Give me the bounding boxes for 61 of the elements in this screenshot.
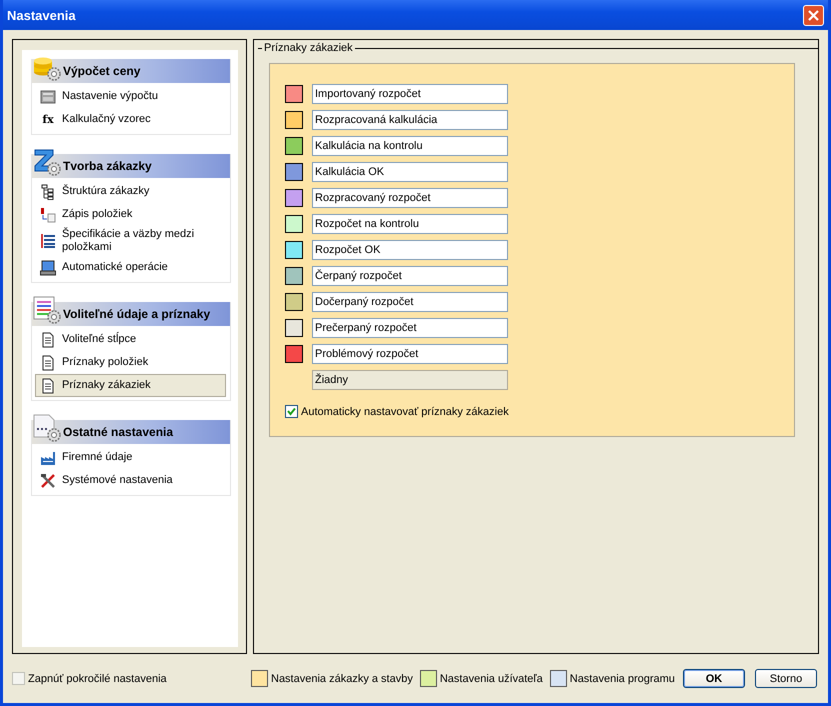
section-title: Výpočet ceny bbox=[63, 64, 140, 78]
sidebar-item[interactable]: Firemné údaje bbox=[35, 446, 226, 469]
color-swatch[interactable] bbox=[285, 293, 303, 311]
document-arrow-icon bbox=[40, 206, 56, 222]
cancel-button[interactable]: Storno bbox=[755, 669, 817, 688]
calculator-icon bbox=[40, 88, 56, 104]
tree-icon bbox=[40, 184, 56, 200]
flag-name-field[interactable]: Prečerpaný rozpočet bbox=[312, 318, 508, 338]
sidebar-item[interactable]: Nastavenie výpočtu bbox=[35, 85, 226, 108]
flag-name-field[interactable]: Žiadny bbox=[312, 370, 508, 390]
legend-label: Nastavenia programu bbox=[570, 672, 675, 684]
color-swatch[interactable] bbox=[285, 241, 303, 259]
checkmark-icon bbox=[287, 407, 296, 416]
sidebar-item[interactable]: Automatické operácie bbox=[35, 256, 226, 279]
color-swatch[interactable] bbox=[285, 319, 303, 337]
section-title: Voliteľné údaje a príznaky bbox=[63, 307, 210, 321]
flag-name-field[interactable]: Problémový rozpočet bbox=[312, 344, 508, 364]
color-swatch[interactable] bbox=[285, 163, 303, 181]
flag-name-field[interactable]: Rozpracovaná kalkulácia bbox=[312, 110, 508, 130]
sidebar-item[interactable]: Príznaky zákaziek bbox=[35, 374, 226, 397]
auto-flags-checkbox[interactable]: Automaticky nastavovať príznaky zákaziek bbox=[285, 405, 794, 418]
close-button[interactable] bbox=[803, 4, 824, 26]
letter-gear-icon bbox=[32, 147, 62, 177]
color-swatch[interactable] bbox=[285, 137, 303, 155]
section-title: Ostatné nastavenia bbox=[63, 425, 174, 439]
flag-name-field[interactable]: Čerpaný rozpočet bbox=[312, 266, 508, 286]
color-swatch[interactable] bbox=[285, 267, 303, 285]
sidebar-item[interactable]: Voliteľné stĺpce bbox=[35, 328, 226, 351]
sidebar-item[interactable]: Štruktúra zákazky bbox=[35, 180, 226, 203]
color-swatch[interactable] bbox=[285, 111, 303, 129]
sidebar-item[interactable]: Špecifikácie a väzby medzi položkami bbox=[35, 226, 226, 256]
list-icon bbox=[40, 233, 56, 249]
tools-icon bbox=[40, 472, 56, 488]
flag-name-field[interactable]: Importovaný rozpočet bbox=[312, 84, 508, 104]
flag-name-field[interactable]: Rozpočet na kontrolu bbox=[312, 214, 508, 234]
legend-label: Nastavenia zákazky a stavby bbox=[271, 672, 413, 684]
computer-icon bbox=[40, 260, 56, 276]
color-swatch[interactable] bbox=[285, 215, 303, 233]
flag-name-field[interactable]: Rozpočet OK bbox=[312, 240, 508, 260]
group-title: Príznaky zákaziek bbox=[262, 42, 355, 54]
sidebar-item[interactable]: Systémové nastavenia bbox=[35, 469, 226, 492]
color-swatch[interactable] bbox=[285, 85, 303, 103]
document-icon bbox=[40, 378, 56, 394]
section-title: Tvorba zákazky bbox=[63, 159, 152, 173]
sidebar-item[interactable]: Príznaky položiek bbox=[35, 351, 226, 374]
flag-name-field[interactable]: Dočerpaný rozpočet bbox=[312, 292, 508, 312]
sidebar-item[interactable]: fx Kalkulačný vzorec bbox=[35, 108, 226, 131]
ok-button[interactable]: OK bbox=[683, 669, 745, 688]
flag-name-field[interactable]: Kalkulácia na kontrolu bbox=[312, 136, 508, 156]
color-swatch[interactable] bbox=[285, 189, 303, 207]
color-swatch[interactable] bbox=[285, 345, 303, 363]
factory-icon bbox=[40, 450, 56, 466]
document-icon bbox=[40, 354, 56, 370]
flag-name-field[interactable]: Kalkulácia OK bbox=[312, 162, 508, 182]
close-icon bbox=[807, 8, 820, 22]
function-icon: fx bbox=[40, 113, 56, 126]
legend-label: Nastavenia užívateľa bbox=[440, 672, 543, 684]
flag-name-field[interactable]: Rozpracovaný rozpočet bbox=[312, 188, 508, 208]
sidebar-item[interactable]: Zápis položiek bbox=[35, 203, 226, 226]
document-icon bbox=[40, 332, 56, 348]
window-title: Nastavenia bbox=[7, 8, 76, 22]
